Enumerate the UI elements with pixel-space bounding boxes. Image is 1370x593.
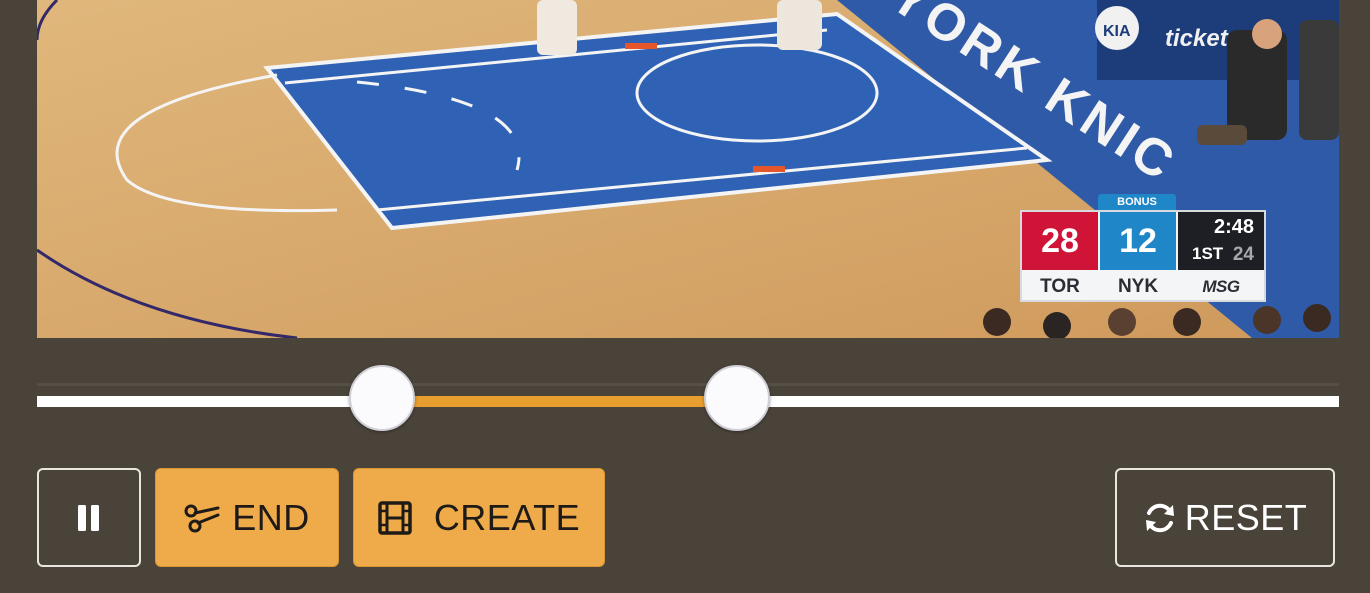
refresh-icon	[1143, 501, 1177, 535]
end-button-label: END	[232, 496, 310, 538]
timeline-buffer	[37, 383, 1339, 386]
range-end-handle[interactable]	[704, 365, 771, 431]
clock-panel: 2:48 1ST 24	[1178, 212, 1264, 270]
svg-text:KIA: KIA	[1103, 23, 1131, 40]
film-icon	[378, 500, 412, 535]
home-score: 12	[1100, 212, 1176, 270]
shot-clock: 24	[1232, 244, 1254, 265]
range-start-handle[interactable]	[349, 365, 416, 431]
game-clock: 2:48	[1213, 216, 1254, 238]
pause-button[interactable]	[37, 468, 141, 567]
reset-button[interactable]: RESET	[1115, 468, 1335, 567]
scoreboard-body: 28 12 2:48 1ST 24 TOR NYK MSG	[1020, 210, 1266, 302]
reset-button-label: RESET	[1184, 496, 1308, 538]
scoreboard: BONUS 28 12 2:48 1ST 24 TOR NYK MSG	[1020, 194, 1266, 304]
away-score: 28	[1022, 212, 1098, 270]
away-team-abbr: TOR	[1040, 276, 1080, 297]
create-button[interactable]: CREATE	[353, 468, 605, 567]
video-player[interactable]: YORK KNIC KIA ticket BONUS 28 12 2:48 1S…	[37, 0, 1339, 338]
scissors-icon	[184, 502, 220, 534]
create-button-label: CREATE	[433, 496, 581, 538]
svg-text:ticket: ticket	[1165, 25, 1229, 52]
period: 1ST	[1192, 244, 1224, 263]
pause-icon	[78, 504, 100, 531]
end-button[interactable]: END	[155, 468, 339, 567]
bonus-indicator: BONUS	[1098, 194, 1176, 211]
home-team-abbr: NYK	[1117, 276, 1159, 297]
network-logo: MSG	[1202, 277, 1240, 296]
selected-range	[382, 396, 738, 407]
